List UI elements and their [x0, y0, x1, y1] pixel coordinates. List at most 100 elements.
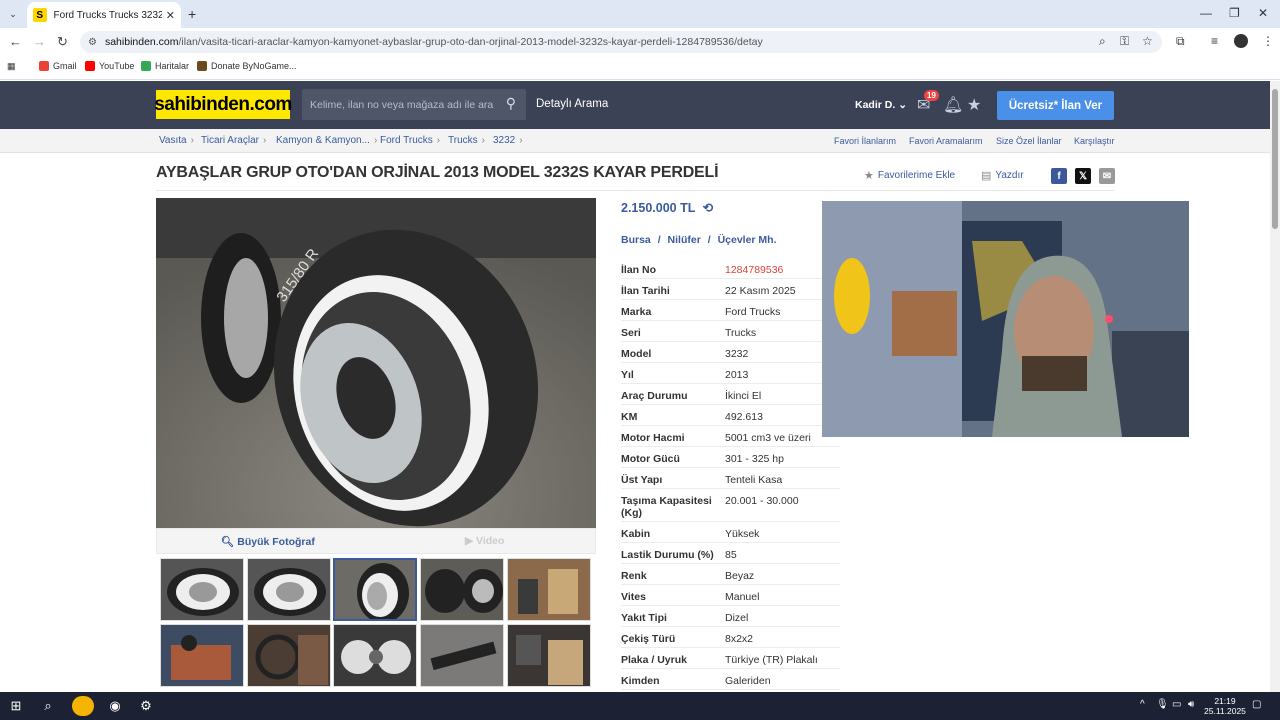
add-favorite-link[interactable]: ★ Favorilerime Ekle: [864, 169, 955, 182]
x-share-icon[interactable]: 𝕏: [1075, 168, 1091, 184]
reload-icon[interactable]: ↻: [57, 34, 68, 50]
site-logo[interactable]: sahibinden.com: [154, 90, 292, 119]
breadcrumb-item[interactable]: Vasıta ›: [159, 135, 194, 146]
detail-value: 492.613: [725, 411, 763, 423]
detail-value: 5001 cm3 ve üzeri: [725, 432, 811, 444]
breadcrumb-item[interactable]: Ticari Araçlar ›: [201, 135, 266, 146]
zoom-icon[interactable]: ⌕: [1099, 34, 1106, 49]
tray-chevron-icon[interactable]: ^: [1140, 699, 1145, 710]
compare-link[interactable]: Karşılaştır: [1074, 136, 1115, 146]
detail-value: Beyaz: [725, 570, 755, 582]
post-ad-button[interactable]: Ücretsiz* İlan Ver: [997, 91, 1114, 120]
breadcrumb-item[interactable]: Kamyon & Kamyon... ›: [276, 135, 377, 146]
detailed-search-link[interactable]: Detaylı Arama: [536, 98, 608, 110]
detail-key: Lastik Durumu (%): [621, 549, 714, 561]
extensions-icon[interactable]: ⧉: [1176, 34, 1185, 49]
search-input[interactable]: Kelime, ilan no veya mağaza adı ile ara …: [302, 89, 526, 120]
profile-avatar[interactable]: [1234, 34, 1248, 48]
network-icon[interactable]: ▭: [1172, 699, 1181, 710]
facebook-share-icon[interactable]: f: [1051, 168, 1067, 184]
listing-title: AYBAŞLAR GRUP OTO'DAN ORJİNAL 2013 MODEL…: [156, 164, 719, 181]
bookmark-maps[interactable]: Haritalar: [141, 61, 189, 71]
bookmark-label: Haritalar: [155, 61, 190, 71]
notification-center-icon[interactable]: ▢: [1252, 699, 1261, 710]
restore-icon[interactable]: ❐: [1229, 6, 1240, 20]
back-icon[interactable]: ←: [9, 34, 22, 49]
obs-taskbar-icon[interactable]: ◉: [105, 696, 125, 716]
breadcrumb-item[interactable]: 3232 ›: [493, 135, 523, 146]
breadcrumb-item[interactable]: Ford Trucks ›: [380, 135, 440, 146]
gmail-icon: [39, 61, 49, 71]
scrollbar-thumb[interactable]: [1272, 89, 1278, 229]
bookmark-star-icon[interactable]: ☆: [1142, 34, 1153, 48]
bookmark-youtube[interactable]: YouTube: [85, 61, 134, 71]
search-icon[interactable]: ⚲: [506, 95, 516, 112]
tab-title: Ford Trucks Trucks 3232 Model: [53, 9, 162, 21]
chevron-down-icon: ⌄: [898, 99, 907, 111]
browser-tab[interactable]: S Ford Trucks Trucks 3232 Model ✕: [27, 2, 181, 28]
detail-row: Marka Ford Trucks: [621, 300, 840, 321]
page-scrollbar[interactable]: [1270, 81, 1280, 692]
photo-thumbnail[interactable]: [247, 624, 331, 687]
photo-thumbnail[interactable]: [507, 624, 591, 687]
location-district[interactable]: Nilüfer: [668, 234, 701, 246]
detail-row: Yıl 2013: [621, 363, 840, 384]
detail-row: KM 492.613: [621, 405, 840, 426]
breadcrumb-label: Ticari Araçlar: [201, 135, 259, 146]
detail-key: Çekiş Türü: [621, 633, 676, 645]
steam-taskbar-icon[interactable]: ⚙: [136, 696, 156, 716]
password-key-icon[interactable]: ⚿: [1120, 34, 1129, 49]
chrome-taskbar-icon[interactable]: [72, 696, 94, 716]
detail-value: 20.001 - 30.000: [725, 495, 799, 507]
large-photo-button[interactable]: 🔍︎ Büyük Fotoğraf: [221, 535, 315, 548]
print-link[interactable]: ▤ Yazdır: [981, 169, 1024, 182]
bell-icon[interactable]: 🔔︎: [943, 95, 963, 115]
location-neighborhood[interactable]: Üçevler Mh.: [718, 234, 777, 246]
site-info-icon[interactable]: ⚙: [88, 37, 97, 48]
tab-close-icon[interactable]: ✕: [166, 9, 175, 22]
forward-icon[interactable]: →: [33, 34, 46, 49]
detail-key: Model: [621, 348, 652, 360]
email-share-icon[interactable]: ✉: [1099, 168, 1115, 184]
photo-thumbnail[interactable]: [420, 624, 504, 687]
main-photo[interactable]: 315/80 R: [156, 198, 596, 528]
favorite-listings-link[interactable]: Favori İlanlarım: [834, 136, 896, 146]
detail-row: Plaka / Uyruk Türkiye (TR) Plakalı: [621, 648, 840, 669]
windows-start-icon[interactable]: ⊞: [6, 696, 26, 716]
apps-grid-icon[interactable]: ▦: [7, 61, 16, 72]
minimize-icon[interactable]: —: [1200, 6, 1212, 20]
volume-icon[interactable]: 🔊︎: [1188, 699, 1194, 710]
price-history-icon[interactable]: ⟲: [703, 201, 713, 215]
search-taskbar-icon[interactable]: ⌕: [38, 696, 58, 716]
new-tab-icon[interactable]: +: [188, 6, 196, 22]
detail-row: Taşıma Kapasitesi (Kg) 20.001 - 30.000: [621, 489, 840, 522]
location-city[interactable]: Bursa: [621, 234, 651, 246]
bookmark-gmail[interactable]: Gmail: [39, 61, 77, 71]
favorite-searches-link[interactable]: Favori Aramalarım: [909, 136, 983, 146]
bookmark-bynogame[interactable]: Donate ByNoGame...: [197, 61, 297, 71]
media-icon[interactable]: ≡: [1211, 34, 1218, 48]
photo-thumbnail[interactable]: [160, 558, 244, 621]
photo-thumbnail[interactable]: [507, 558, 591, 621]
breadcrumb-label: 3232: [493, 135, 516, 146]
tab-search-chevron-icon[interactable]: ⌄: [4, 5, 22, 23]
photo-thumbnail[interactable]: [420, 558, 504, 621]
photo-thumbnail[interactable]: [160, 624, 244, 687]
user-menu[interactable]: Kadir D. ⌄: [855, 99, 907, 111]
special-listings-link[interactable]: Size Özel İlanlar: [996, 136, 1062, 146]
video-button[interactable]: ▶ Video: [465, 535, 504, 547]
microphone-icon[interactable]: 🎙︎: [1156, 699, 1169, 710]
favorites-star-icon[interactable]: ★: [967, 95, 981, 115]
url-bar[interactable]: ⚙ sahibinden.com/ilan/vasita-ticari-arac…: [80, 31, 1162, 53]
photo-thumbnail-selected[interactable]: [333, 558, 417, 621]
photo-thumbnail[interactable]: [333, 624, 417, 687]
detail-value: 2013: [725, 369, 749, 381]
window-close-icon[interactable]: ✕: [1258, 6, 1268, 20]
photo-thumbnail[interactable]: [247, 558, 331, 621]
notification-badge: 19: [924, 90, 939, 101]
chrome-menu-icon[interactable]: ⋮: [1262, 34, 1274, 48]
breadcrumb-item[interactable]: Trucks ›: [448, 135, 485, 146]
breadcrumb-label: Ford Trucks: [380, 135, 433, 146]
taskbar-clock[interactable]: 21:19 25.11.2025: [1204, 696, 1246, 716]
detail-row: Model 3232: [621, 342, 840, 363]
